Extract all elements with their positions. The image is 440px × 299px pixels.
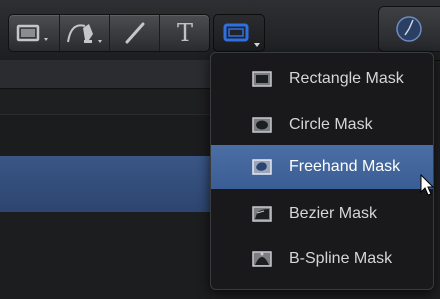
text-tool-button[interactable]: T [159, 15, 210, 51]
chevron-down-icon [254, 43, 260, 47]
tool-group: T [8, 14, 210, 52]
menu-item-bezier-mask[interactable]: Bezier Mask [211, 192, 433, 236]
menu-item-label: Rectangle Mask [289, 70, 404, 87]
panel-row [0, 60, 212, 88]
mask-tool-menu: Rectangle Mask Circle Mask Freehand Mask… [210, 52, 434, 290]
mask-tool-button[interactable] [213, 14, 265, 52]
rectangle-mask-icon [252, 71, 272, 87]
menu-item-rectangle-mask[interactable]: Rectangle Mask [211, 57, 433, 101]
brush-icon [125, 22, 145, 44]
freehand-mask-icon [252, 159, 272, 175]
menu-item-freehand-mask[interactable]: Freehand Mask [211, 145, 433, 189]
pen-icon [67, 24, 102, 43]
circle-mask-icon [252, 117, 272, 133]
panel-row [0, 114, 212, 157]
menu-item-label: B-Spline Mask [289, 250, 393, 267]
panel-row [0, 212, 212, 299]
selected-layer-row[interactable] [0, 156, 212, 212]
rectangle-shape-icon [16, 24, 48, 42]
timing-button[interactable] [378, 6, 440, 52]
menu-item-label: Circle Mask [289, 116, 373, 133]
menu-item-label: Bezier Mask [289, 205, 378, 222]
clock-icon [396, 16, 422, 42]
bezier-mask-icon [252, 206, 272, 222]
rectangle-shape-tool-button[interactable] [9, 15, 59, 51]
menu-item-circle-mask[interactable]: Circle Mask [211, 103, 433, 147]
mouse-cursor-icon [420, 174, 435, 196]
panel-row [0, 88, 212, 115]
menu-item-bspline-mask[interactable]: B-Spline Mask [211, 237, 433, 281]
bspline-mask-icon [252, 251, 272, 267]
paint-stroke-tool-button[interactable] [109, 15, 160, 51]
menu-item-label: Freehand Mask [289, 158, 401, 175]
text-tool-icon: T [176, 19, 193, 47]
pen-tool-button[interactable] [59, 15, 110, 51]
